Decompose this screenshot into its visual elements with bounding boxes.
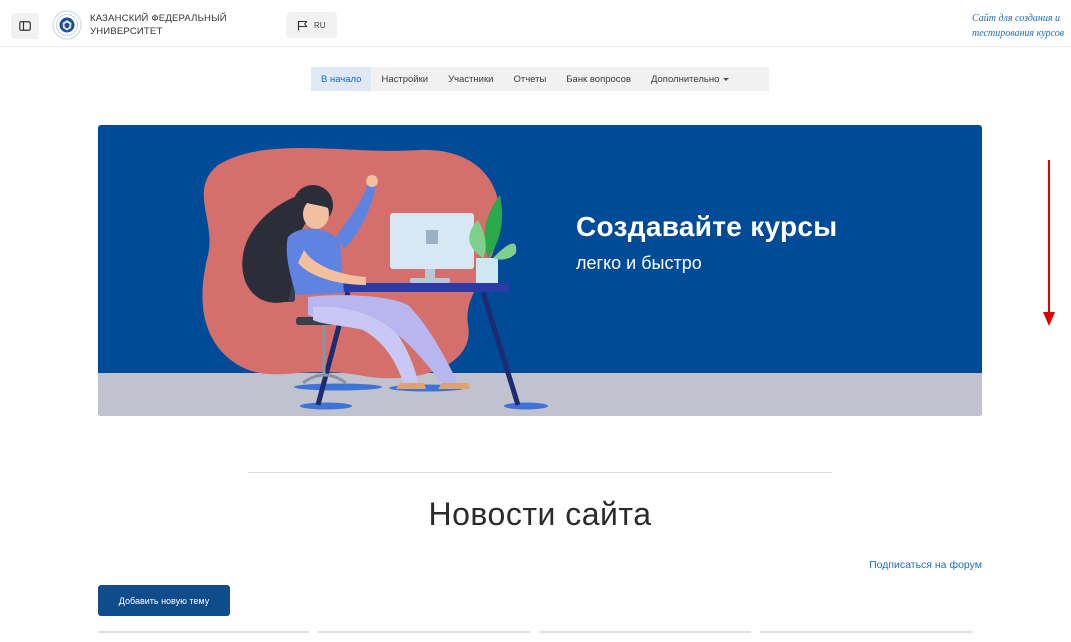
subscribe-forum-link[interactable]: Подписаться на форум [869, 559, 982, 571]
nav-item-home[interactable]: В начало [311, 67, 372, 91]
nav-item-question-bank-label: Банк вопросов [566, 73, 631, 85]
nav-item-more-label: Дополнительно [650, 73, 720, 85]
site-tagline-line2: тестирования курсов [972, 28, 1065, 39]
caret-down-icon [723, 77, 730, 81]
red-arrow-annotation [1043, 160, 1055, 326]
nav-item-more[interactable]: Дополнительно [641, 67, 739, 91]
forum-post-card-edge [318, 631, 530, 633]
nav-item-participants[interactable]: Участники [438, 67, 503, 91]
drawer-toggle-button[interactable] [11, 13, 39, 39]
drawer-toggle-icon [19, 21, 31, 31]
nav-item-home-label: В начало [321, 73, 362, 85]
language-button[interactable]: RU [286, 12, 337, 38]
nav-item-settings[interactable]: Настройки [371, 67, 438, 91]
nav-item-question-bank[interactable]: Банк вопросов [556, 67, 641, 91]
news-section-title: Новости сайта [428, 496, 652, 532]
university-logo[interactable] [52, 10, 82, 40]
university-name[interactable]: КАЗАНСКИЙ ФЕДЕРАЛЬНЫЙ УНИВЕРСИТЕТ [90, 12, 227, 38]
banner-illustration [98, 148, 982, 416]
banner-title: Создавайте курсы [576, 211, 838, 242]
university-name-line1: КАЗАНСКИЙ ФЕДЕРАЛЬНЫЙ [90, 13, 227, 24]
forum-post-card-edge [98, 631, 309, 633]
nav-item-participants-label: Участники [448, 73, 494, 85]
language-label: RU [314, 20, 326, 30]
nav-item-reports-label: Отчеты [513, 73, 547, 85]
add-new-topic-button[interactable]: Добавить новую тему [98, 585, 230, 616]
nav-item-settings-label: Настройки [381, 73, 429, 85]
promo-banner: Создавайте курсы легко и быстро [98, 125, 982, 416]
site-tagline-line1: Сайт для создания и [972, 13, 1061, 24]
top-navbar: КАЗАНСКИЙ ФЕДЕРАЛЬНЫЙ УНИВЕРСИТЕТ RU Сай… [0, 0, 1071, 47]
course-navigation: В начало Настройки Участники Отчеты Банк… [311, 67, 769, 91]
flag-icon [297, 20, 308, 30]
university-name-line2: УНИВЕРСИТЕТ [90, 26, 163, 37]
forum-post-card-edge [760, 631, 972, 633]
nav-item-reports[interactable]: Отчеты [503, 67, 556, 91]
site-tagline: Сайт для создания и тестирования курсов [972, 11, 1071, 41]
section-divider [248, 472, 832, 473]
banner-subtitle: легко и быстро [576, 253, 702, 273]
forum-post-card-edge [540, 631, 751, 633]
